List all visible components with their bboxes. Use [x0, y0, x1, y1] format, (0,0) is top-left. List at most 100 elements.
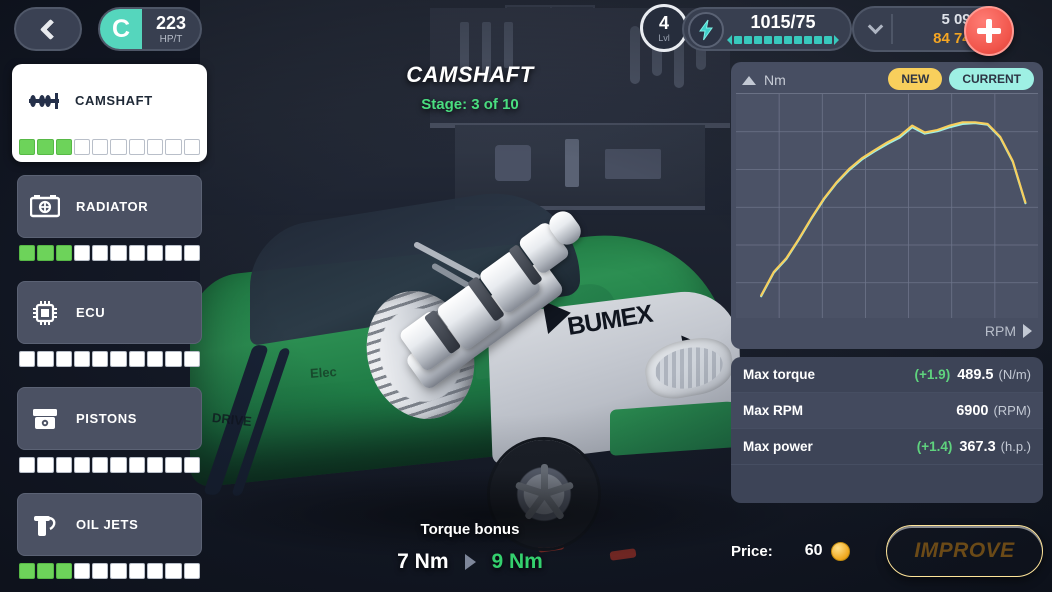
progress-segment [92, 563, 109, 579]
stat-unit: (N/m) [998, 367, 1032, 382]
energy-segment [764, 36, 772, 44]
progress-segment [110, 457, 127, 473]
torque-curve-plot [736, 93, 1038, 318]
sidebar-item-ecu[interactable]: ECU [12, 276, 207, 374]
part-header: CAMSHAFT Stage: 3 of 10 [215, 62, 725, 113]
stat-value: 6900 [956, 402, 989, 419]
rank-indicator[interactable]: C 223 HP/T [98, 7, 202, 51]
stat-unit: (h.p.) [1000, 439, 1031, 454]
price-value: 60 [804, 542, 823, 559]
progress-segment [165, 351, 182, 367]
chevron-down-icon[interactable] [867, 18, 884, 35]
torque-bonus-label: Torque bonus [420, 521, 520, 538]
stat-unit: (RPM) [993, 403, 1031, 418]
improve-button-label: IMPROVE [914, 539, 1015, 562]
camshaft-3d-model [350, 205, 590, 434]
sidebar-item-label: ECU [76, 305, 106, 320]
legend-current-badge[interactable]: CURRENT [949, 68, 1034, 90]
part-stage-label: Stage: 3 of 10 [421, 96, 519, 113]
energy-cap-left [727, 35, 732, 45]
sidebar-item-oil-jets[interactable]: OIL JETS [12, 488, 207, 586]
progress-segment [92, 457, 109, 473]
rank-value: 223 [155, 12, 187, 33]
progress-segment [55, 457, 72, 473]
progress-segment [92, 245, 109, 261]
stat-row: Max torque (+1.9) 489.5 (N/m) [731, 357, 1043, 393]
progress-segment [37, 351, 54, 367]
progress-segment [73, 245, 91, 261]
progress-segment [165, 245, 182, 261]
wallet-panel[interactable]: 5 096 84 747 [852, 6, 1014, 56]
rank-unit: HP/T [159, 33, 183, 45]
progress-segment [92, 351, 109, 367]
energy-indicator[interactable]: 1015/75 [682, 7, 852, 51]
progress-segment [147, 139, 164, 155]
stat-delta: (+1.4) [916, 439, 953, 454]
energy-segment [754, 36, 762, 44]
progress-segment [128, 563, 146, 579]
sidebar-item-progress [17, 561, 202, 581]
progress-segment [183, 351, 200, 367]
rank-letter: C [100, 9, 142, 49]
improve-button[interactable]: IMPROVE [886, 525, 1043, 577]
progress-segment [55, 563, 72, 579]
lightning-icon [688, 12, 724, 48]
camshaft-icon [27, 87, 61, 115]
progress-segment [165, 563, 182, 579]
radiator-icon [28, 193, 62, 221]
sidebar-item-label: PISTONS [76, 411, 138, 426]
sidebar-item-pistons[interactable]: PISTONS [12, 382, 207, 480]
sidebar-item-camshaft[interactable]: CAMSHAFT [12, 64, 207, 162]
progress-segment [19, 245, 36, 261]
energy-segment [794, 36, 802, 44]
torque-bonus-block: Torque bonus 7 Nm 9 Nm [215, 521, 725, 574]
progress-segment [73, 139, 91, 155]
progress-segment [183, 245, 200, 261]
torque-chart-card: Nm NEW CURRENT RPM [731, 62, 1043, 349]
progress-segment [19, 351, 36, 367]
game-screen: DRIVE Elec BUMEX C 223 HP/T 4 Lvl 1015/7… [0, 0, 1052, 592]
stat-row: Max power (+1.4) 367.3 (h.p.) [731, 429, 1043, 465]
triangle-up-icon [742, 75, 756, 85]
energy-segment [824, 36, 832, 44]
progress-segment [55, 139, 72, 155]
progress-segment [73, 457, 91, 473]
chart-x-axis-label: RPM [984, 323, 1016, 339]
sidebar-item-label: OIL JETS [76, 517, 139, 532]
sidebar-item-progress [17, 455, 202, 475]
add-currency-button[interactable] [964, 6, 1014, 56]
progress-segment [147, 457, 164, 473]
stats-table: Max torque (+1.9) 489.5 (N/m) Max RPM 6900 (RP… [731, 357, 1043, 503]
progress-segment [73, 351, 91, 367]
progress-segment [19, 563, 36, 579]
gold-coin-icon [830, 541, 850, 561]
progress-segment [19, 457, 36, 473]
back-button[interactable] [14, 7, 82, 51]
stat-name: Max RPM [743, 403, 804, 418]
level-value: 4 [658, 12, 669, 33]
chart-y-axis-label: Nm [764, 72, 786, 88]
chart-header: Nm NEW CURRENT [736, 67, 1038, 93]
energy-segment [744, 36, 752, 44]
level-label: Lvl [658, 32, 670, 43]
top-bar: C 223 HP/T 4 Lvl 1015/75 5 096 84 747 [0, 0, 1052, 58]
legend-new-badge[interactable]: NEW [888, 68, 943, 90]
progress-segment [37, 563, 54, 579]
stats-spacer [731, 465, 1043, 503]
price-label: Price: [731, 542, 773, 560]
torque-bonus-next: 9 Nm [491, 550, 543, 573]
progress-segment [147, 351, 164, 367]
progress-segment [19, 139, 36, 155]
level-indicator[interactable]: 4 Lvl [640, 4, 688, 52]
parts-sidebar[interactable]: CAMSHAFTRADIATORECUPISTONSOIL JETSOIL CO… [0, 58, 215, 592]
sidebar-item-label: RADIATOR [76, 199, 149, 214]
progress-segment [37, 457, 54, 473]
sidebar-item-radiator[interactable]: RADIATOR [12, 170, 207, 268]
progress-segment [128, 351, 146, 367]
progress-segment [37, 245, 54, 261]
energy-segment [814, 36, 822, 44]
progress-segment [110, 563, 127, 579]
piston-icon [28, 405, 62, 433]
sidebar-item-progress [17, 349, 202, 369]
energy-segment [784, 36, 792, 44]
